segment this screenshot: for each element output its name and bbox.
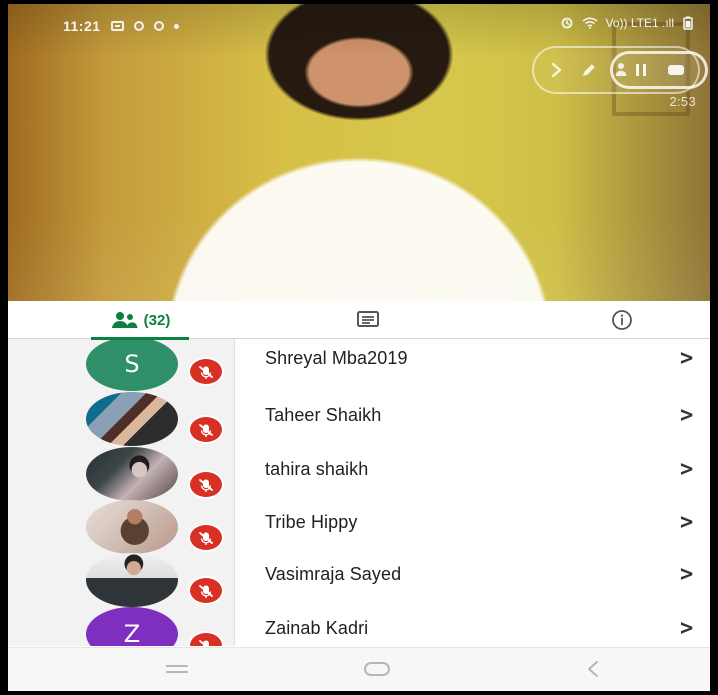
home-icon: [364, 662, 390, 676]
android-navigation-bar: [8, 647, 710, 691]
battery-icon: [683, 16, 693, 30]
avatar-letter: S: [124, 350, 140, 378]
chevron-right-icon[interactable]: >: [680, 459, 693, 481]
network-text: Vo)) LTE1 .ıll: [605, 16, 674, 30]
participant-row[interactable]: tahira shaikh >: [8, 445, 710, 501]
participant-avatar: Z: [86, 607, 178, 646]
status-bar: 11:21 Vo)) LTE1 .ıll: [8, 4, 710, 34]
participant-avatar: [86, 500, 178, 554]
mute-icon: [188, 357, 224, 386]
screen-controls: [532, 46, 708, 94]
back-icon: [588, 661, 598, 677]
meeting-screen: 11:21 Vo)) LTE1 .ıll 2:53 (32) S Shreyal…: [8, 4, 710, 691]
mic-off-icon: [199, 531, 213, 545]
participant-name: Tribe Hippy: [265, 512, 358, 532]
participant-name: tahira shaikh: [265, 459, 369, 479]
mute-icon: [188, 470, 224, 499]
chat-icon: [357, 311, 379, 327]
forward-icon[interactable]: [548, 61, 566, 79]
mute-icon: [188, 523, 224, 552]
participant-avatar: S: [86, 339, 178, 391]
participant-row[interactable]: Vasimraja Sayed >: [8, 551, 710, 607]
menu-button[interactable]: [157, 657, 197, 681]
status-right: Vo)) LTE1 .ıll: [560, 16, 694, 30]
participant-name: Taheer Shaikh: [265, 405, 382, 425]
participant-name: Vasimraja Sayed: [265, 564, 402, 584]
wifi-icon: [582, 17, 598, 29]
mute-icon: [188, 415, 224, 444]
mic-off-icon: [199, 584, 213, 598]
avatar-letter: Z: [123, 620, 141, 646]
pause-icon[interactable]: [633, 62, 649, 78]
info-icon: [612, 310, 632, 330]
notification-icon: [133, 21, 144, 31]
tab-chat[interactable]: [338, 301, 398, 339]
tab-participants[interactable]: (32): [77, 301, 203, 340]
mic-off-icon: [199, 639, 211, 646]
mute-icon: [188, 631, 224, 646]
stop-icon[interactable]: [667, 63, 685, 77]
pen-icon[interactable]: [580, 61, 598, 79]
recording-time: 2:53: [669, 94, 696, 109]
chevron-right-icon[interactable]: >: [680, 618, 693, 640]
participant-avatar: [86, 392, 178, 446]
menu-icon: [166, 665, 188, 673]
participant-row[interactable]: S Shreyal Mba2019 >: [8, 339, 710, 394]
gallery-icon: [110, 21, 124, 31]
tab-info[interactable]: [592, 301, 652, 339]
chevron-right-icon[interactable]: >: [680, 512, 693, 534]
status-time: 11:21: [63, 18, 101, 34]
back-button[interactable]: [573, 657, 613, 681]
chevron-right-icon[interactable]: >: [680, 564, 693, 586]
status-left: 11:21: [63, 18, 179, 34]
notification-icon-secondary: [153, 21, 164, 31]
mic-off-icon: [199, 423, 213, 437]
participant-avatar: [86, 447, 178, 501]
participant-list: S Shreyal Mba2019 > Taheer Shaikh > tahi…: [8, 339, 710, 646]
mic-off-icon: [199, 365, 213, 379]
participant-row[interactable]: Z Zainab Kadri >: [8, 604, 710, 646]
participant-row[interactable]: Tribe Hippy >: [8, 498, 710, 554]
participant-row[interactable]: Taheer Shaikh >: [8, 392, 710, 448]
participants-count: (32): [143, 311, 171, 329]
participant-avatar: [86, 553, 178, 607]
chevron-right-icon[interactable]: >: [680, 405, 693, 427]
participant-name: Shreyal Mba2019: [265, 348, 408, 368]
dot-icon: [173, 23, 179, 29]
participant-name: Zainab Kadri: [265, 618, 369, 638]
mic-off-icon: [199, 478, 213, 492]
home-button[interactable]: [357, 657, 397, 681]
mute-icon: [188, 576, 224, 605]
recording-controls[interactable]: [610, 51, 708, 89]
people-icon: [111, 312, 138, 328]
chevron-right-icon[interactable]: >: [680, 348, 693, 370]
meeting-tabs: (32): [8, 301, 710, 340]
alarm-icon: [561, 17, 572, 29]
